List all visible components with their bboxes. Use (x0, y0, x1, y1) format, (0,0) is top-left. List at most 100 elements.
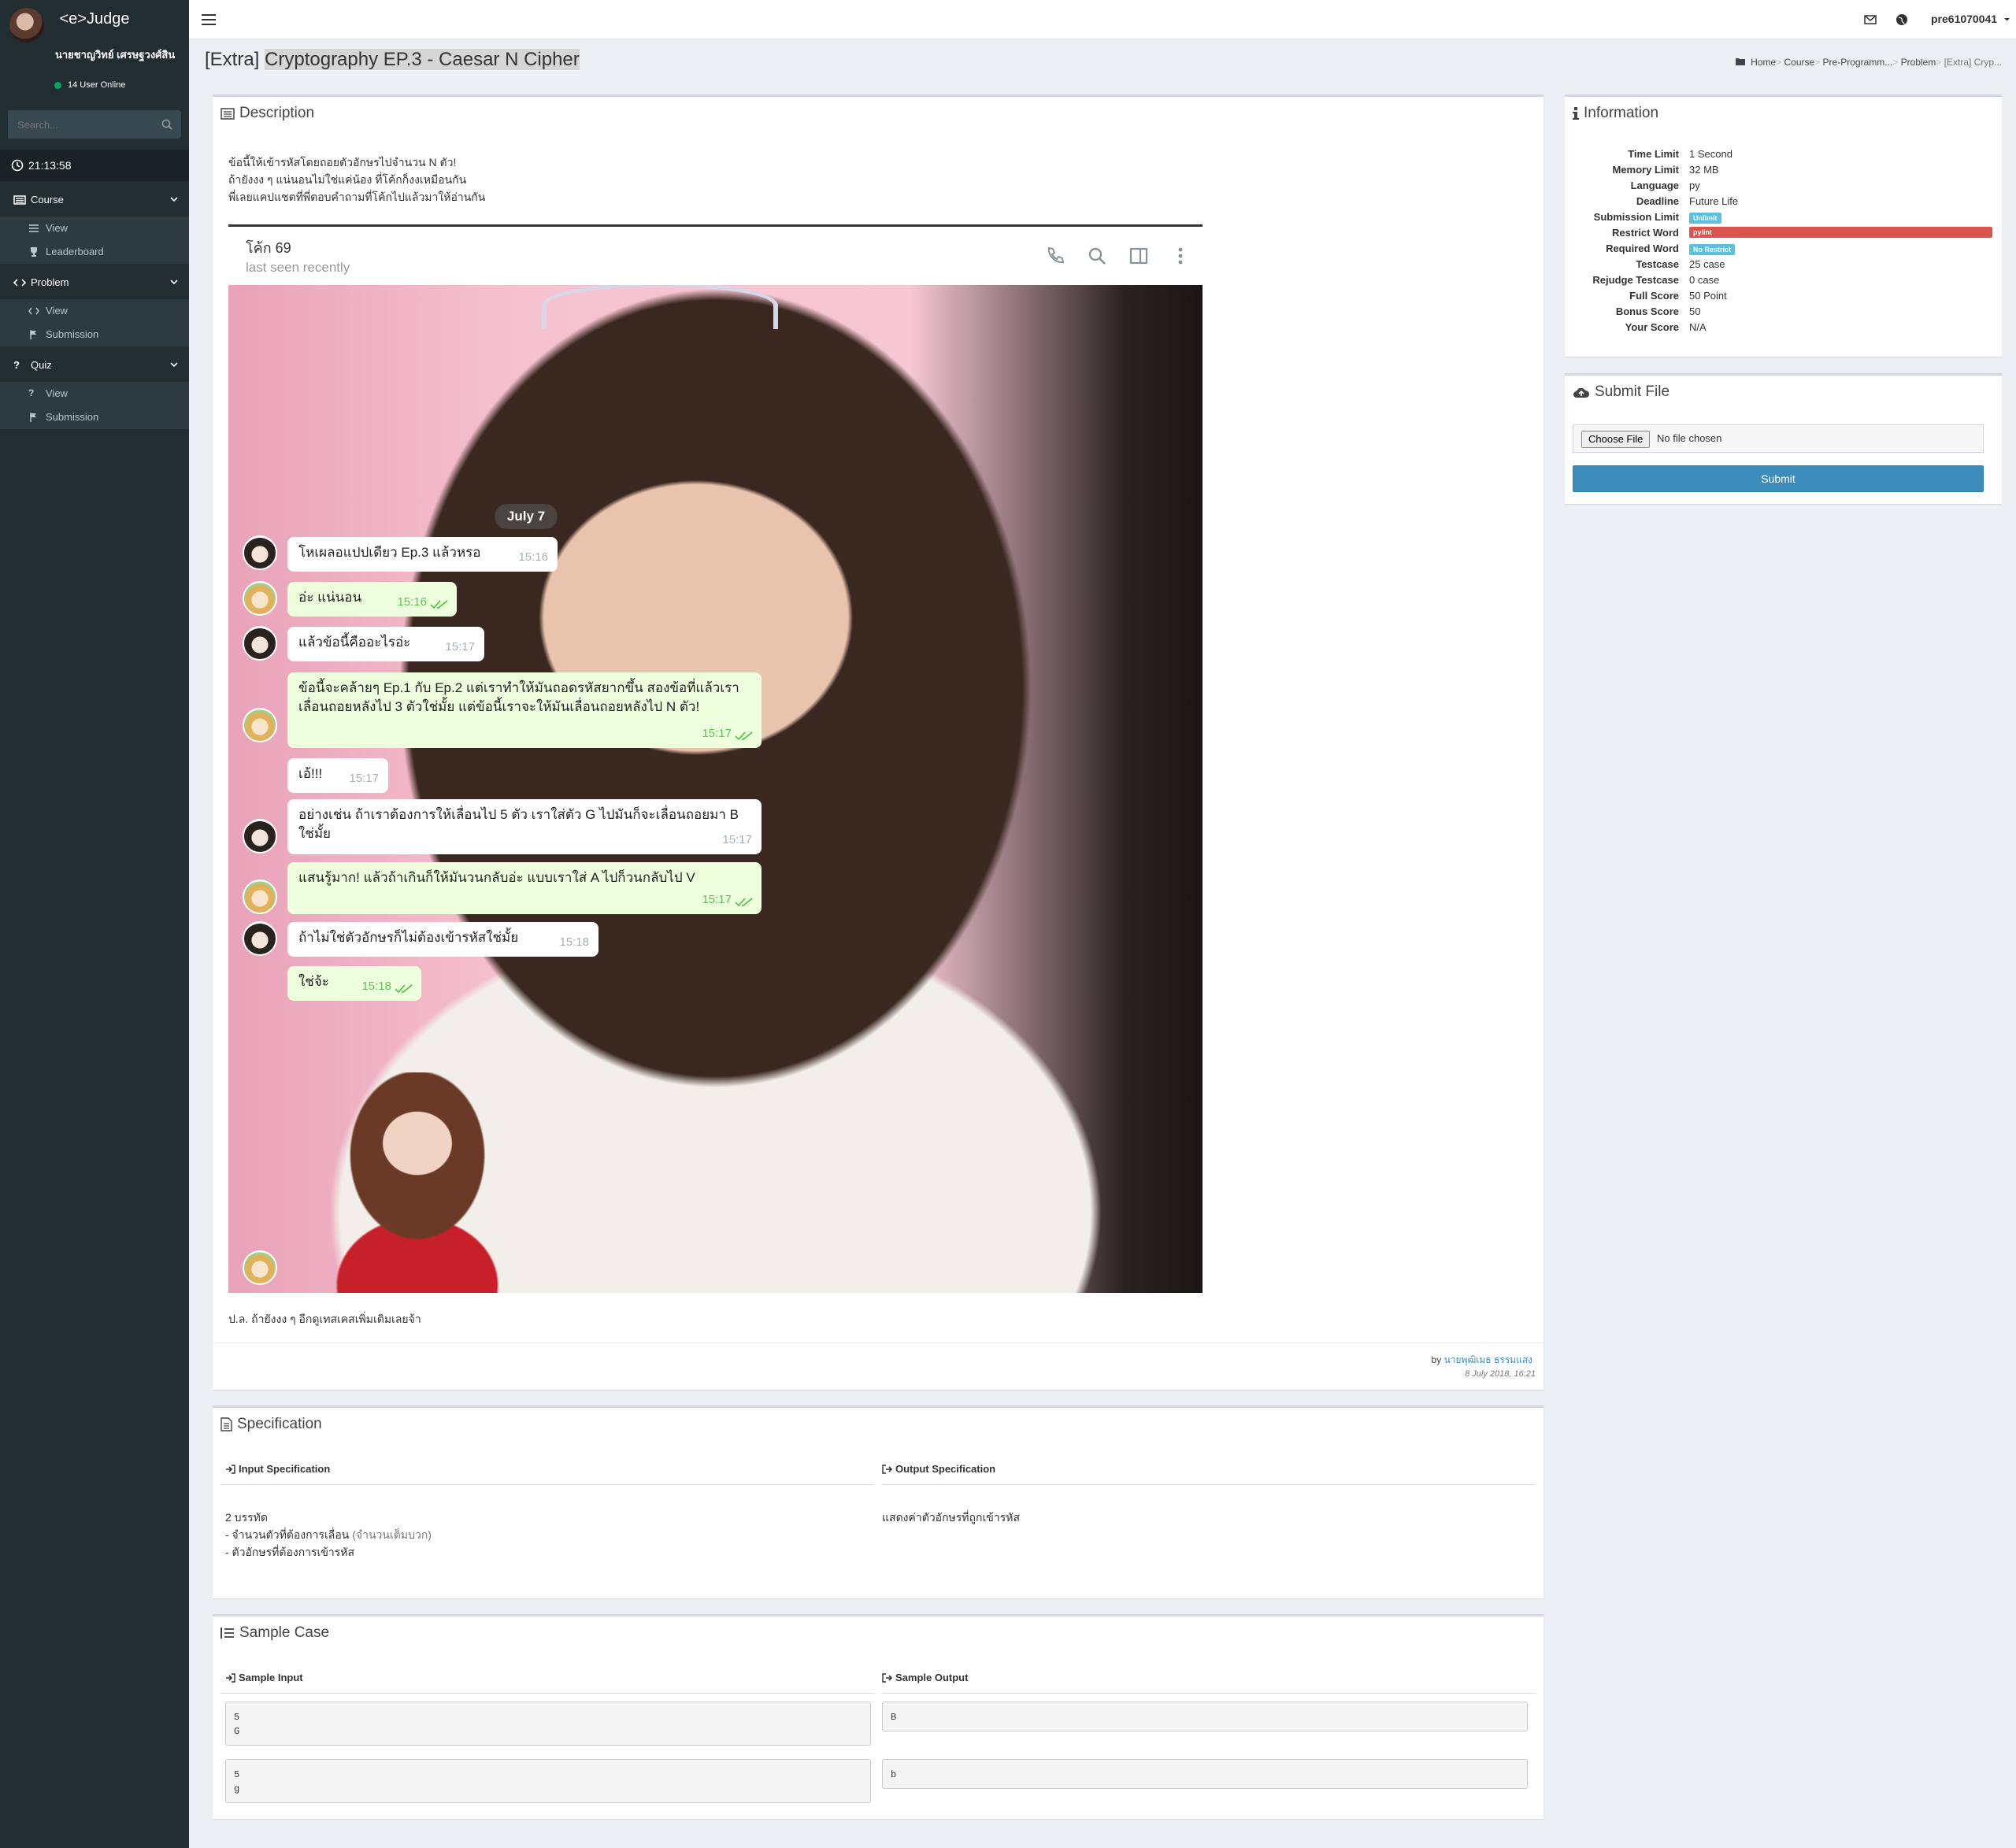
globe-icon[interactable] (1895, 13, 1909, 27)
chat-message-text: เอ้!!! (298, 766, 323, 781)
description-line: ถ้ายังงง ๆ แน่นอนไม่ใช่แค่น้อง ที่โค้กก็… (228, 173, 467, 186)
double-check-icon (735, 898, 753, 907)
info-row-required-word: Required Word No Restrict (1573, 243, 1986, 258)
description-footer-note: ป.ล. ถ้ายังงง ๆ อีกดูเทสเคสเพิ่มเติมเลยจ… (228, 1313, 421, 1325)
sidebar-item-quiz-submission[interactable]: Submission (0, 406, 189, 429)
sidebar-item-course-view[interactable]: View (0, 217, 189, 240)
sample-output-box[interactable]: b (882, 1759, 1528, 1789)
status-badge: pylint (1689, 227, 1992, 238)
double-check-icon (395, 984, 413, 994)
sidebar-menu-course[interactable]: Course (0, 186, 189, 214)
chevron-down-icon (170, 362, 178, 368)
avatar (9, 8, 44, 43)
sample-output-title: Sample Output (895, 1672, 969, 1683)
info-row-memory-limit: Memory Limit 32 MB (1573, 164, 1986, 180)
breadcrumb-home[interactable]: Home (1751, 57, 1776, 68)
file-text-icon (220, 1417, 232, 1431)
info-label: Language (1630, 180, 1679, 191)
info-icon (1573, 106, 1579, 120)
input-spec-header: Input Specification (225, 1463, 330, 1475)
sidebar-item-quiz-view[interactable]: ? View (0, 382, 189, 406)
sample-output-box[interactable]: B (882, 1702, 1528, 1731)
description-line: ข้อนี้ให้เข้ารหัสโดยถอยตัวอักษรไปจำนวน N… (228, 156, 457, 169)
chat-message: เอ้!!! 15:17 (287, 758, 388, 793)
user-menu[interactable]: pre61070041 (1931, 13, 2010, 25)
page-title-main: Cryptography EP.3 - Caesar N Cipher (265, 49, 580, 70)
chat-message-time: 15:18 (559, 935, 589, 949)
sidebar-item-problem-view[interactable]: View (0, 299, 189, 323)
info-row-language: Language py (1573, 180, 1986, 195)
flag-icon (30, 413, 36, 422)
sidebar-item-label: View (46, 305, 68, 317)
specification-title-text: Specification (237, 1416, 322, 1432)
info-label: Your Score (1625, 321, 1679, 333)
search-button[interactable] (153, 110, 181, 139)
sign-in-icon (226, 1464, 235, 1474)
info-row-restrict-word: Restrict Word pylint (1573, 227, 1992, 243)
breadcrumb-separator: > (1892, 57, 1899, 68)
submit-button[interactable]: Submit (1573, 465, 1984, 492)
chat-message-time: 15:18 (361, 980, 391, 993)
chat-message-text: แล้วข้อนี้คืออะไรอ่ะ (298, 635, 411, 650)
breadcrumb-preprogramming[interactable]: Pre-Programm... (1823, 57, 1893, 68)
info-label: Full Score (1629, 290, 1679, 302)
sticker-image (323, 1072, 512, 1293)
chat-message-text: โหเผลอแปปเดียว Ep.3 แล้วหรอ (298, 545, 481, 560)
online-count: 14 User Online (68, 80, 126, 90)
sidebar-menu-label: Quiz (31, 359, 52, 371)
sidebar-item-problem-submission[interactable]: Submission (0, 323, 189, 346)
sidebar-menu-problem[interactable]: Problem (0, 268, 189, 297)
mail-icon[interactable] (1863, 13, 1877, 27)
sidebar-menu-label: Course (31, 194, 64, 206)
sample-output-header: Sample Output (882, 1672, 968, 1683)
code-icon (13, 279, 26, 287)
caret-down-icon (2003, 18, 2010, 21)
folder-icon (1735, 58, 1745, 65)
status-badge: Unlimit (1689, 213, 1721, 224)
info-value: Unlimit (1689, 211, 1721, 224)
sample-case-title-text: Sample Case (239, 1624, 330, 1641)
info-label: Bonus Score (1615, 306, 1679, 317)
chat-date-pill: July 7 (495, 504, 558, 529)
chat-header: โค้ก 69 last seen recently (228, 224, 1203, 285)
list-icon (29, 224, 39, 232)
info-value: Future Life (1689, 195, 1739, 207)
search-input[interactable] (8, 110, 153, 139)
sample-input-box[interactable]: 5 G (225, 1702, 871, 1746)
sign-out-icon (882, 1464, 892, 1474)
info-value: No Restrict (1689, 243, 1736, 255)
breadcrumb-course[interactable]: Course (1784, 57, 1815, 68)
breadcrumb-problem[interactable]: Problem (1901, 57, 1936, 68)
choose-file-button[interactable]: Choose File (1581, 431, 1651, 448)
info-row-time-limit: Time Limit 1 Second (1573, 148, 1986, 164)
info-value: 50 Point (1689, 290, 1727, 302)
sidebar-search (8, 110, 181, 139)
sidebar-menu-quiz[interactable]: ? Quiz (0, 351, 189, 380)
chat-avatar (243, 708, 277, 743)
sidebar-item-label: Submission (46, 328, 99, 340)
sidebar-submenu-quiz: ? View Submission (0, 382, 189, 429)
info-value: 32 MB (1689, 164, 1719, 176)
info-row-bonus-score: Bonus Score 50 (1573, 306, 1986, 321)
info-label: Rejudge Testcase (1592, 274, 1679, 286)
menu-toggle-icon[interactable] (200, 11, 217, 28)
chat-message-time: 15:17 (722, 833, 752, 846)
author-link[interactable]: นายพุฒิเมธ ธรรมแสง (1444, 1354, 1532, 1365)
specification-title: Specification (220, 1416, 322, 1433)
info-row-rejudge-testcase: Rejudge Testcase 0 case (1573, 274, 1986, 290)
chat-message-text: แสนรู้มาก! แล้วถ้าเกินก็ให้มันวนกลับอ่ะ … (298, 870, 695, 885)
author-line: by นายพุฒิเมธ ธรรมแสง (1432, 1353, 1532, 1368)
sample-input-box[interactable]: 5 g (225, 1759, 871, 1803)
sidebar-item-label: Leaderboard (46, 246, 104, 257)
sidebar-submenu-course: View Leaderboard (0, 217, 189, 264)
cloud-upload-icon (1573, 387, 1590, 398)
sidebar-menu-label: Problem (31, 276, 69, 288)
divider (213, 1342, 1544, 1343)
double-check-icon (735, 731, 753, 741)
file-input[interactable]: Choose File No file chosen (1573, 424, 1984, 453)
status-badge: No Restrict (1689, 244, 1736, 255)
user-menu-name: pre61070041 (1931, 13, 1998, 25)
info-row-full-score: Full Score 50 Point (1573, 290, 1986, 306)
chat-avatar (243, 1250, 277, 1285)
sidebar-item-leaderboard[interactable]: Leaderboard (0, 240, 189, 264)
